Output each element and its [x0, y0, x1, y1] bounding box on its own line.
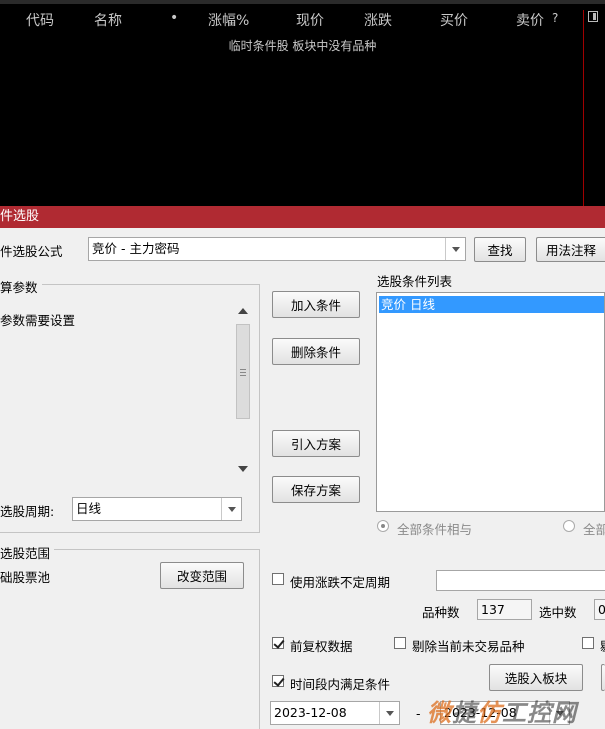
range-group-title: 选股范围 [0, 543, 55, 562]
to-block-button[interactable]: 选股入板块 [489, 664, 583, 691]
stock-pool-label: 础股票池 [0, 570, 51, 585]
column-header-name[interactable]: 名称 [94, 10, 122, 30]
delete-condition-button[interactable]: 删除条件 [272, 338, 360, 365]
formula-value: 竞价 - 主力密码 [92, 241, 180, 256]
scroll-up-icon[interactable] [238, 308, 248, 314]
empty-block-message: 临时条件股 板块中没有品种 [228, 39, 377, 53]
column-header-dot[interactable]: • [170, 10, 178, 26]
selected-value: 0 [598, 602, 605, 617]
use-period-label: 使用涨跌不定周期 [290, 575, 391, 590]
list-item[interactable]: 竞价 日线 [379, 296, 604, 313]
start-date-picker[interactable]: 2023-12-08 [270, 701, 400, 725]
formula-label: 件选股公式 [0, 244, 63, 259]
radio-or[interactable] [563, 520, 575, 532]
find-button[interactable]: 查找 [474, 237, 526, 262]
column-header-price[interactable]: 现价 [296, 10, 324, 30]
column-header-change-pct[interactable]: 涨幅% [208, 10, 249, 30]
radio-and[interactable] [377, 520, 389, 532]
scroll-down-icon[interactable] [238, 466, 248, 472]
radio-or-label: 全部 [583, 522, 605, 537]
period-label: 选股周期: [0, 504, 55, 519]
import-plan-button[interactable]: 引入方案 [272, 430, 360, 457]
fq-checkbox[interactable] [272, 637, 284, 649]
column-header-change[interactable]: 涨跌 [364, 10, 392, 30]
period-condition-checkbox[interactable] [272, 675, 284, 687]
scroll-thumb[interactable] [236, 324, 250, 419]
date-range-separator: - [416, 706, 421, 721]
extra-checkbox[interactable] [582, 637, 594, 649]
fq-label: 前复权数据 [290, 639, 353, 654]
column-header-bid[interactable]: 买价 [440, 10, 468, 30]
period-select[interactable]: 日线 [72, 497, 242, 521]
condition-list-title: 选股条件列表 [377, 274, 453, 289]
dialog-title-bar: 件选股 [0, 206, 605, 228]
remove-untraded-checkbox[interactable] [394, 637, 406, 649]
next-button-edge[interactable] [601, 664, 605, 691]
usage-notes-button[interactable]: 用法注释 [536, 237, 605, 262]
add-condition-button[interactable]: 加入条件 [272, 291, 360, 318]
grip-icon [240, 369, 246, 370]
params-note: 参数需要设置 [0, 313, 76, 328]
watermark-logo: 微捷仿工控网 [427, 699, 577, 727]
remove-untraded-label: 剔除当前未交易品种 [412, 639, 525, 654]
period-condition-label: 时间段内满足条件 [290, 677, 391, 692]
panel-toggle-icon[interactable] [588, 11, 598, 22]
column-header-ask[interactable]: 卖价 [516, 10, 544, 30]
stock-list-panel: 代码 名称 • 涨幅% 现价 涨跌 买价 卖价 ? 临时条件股 板块中没有品种 [0, 0, 605, 206]
selected-field: 0 [594, 599, 605, 620]
count-label: 品种数 [422, 605, 460, 620]
help-icon[interactable]: ? [552, 11, 558, 25]
params-group-title: 算参数 [0, 277, 42, 296]
count-value: 137 [481, 602, 505, 617]
save-plan-button[interactable]: 保存方案 [272, 476, 360, 503]
count-field: 137 [477, 599, 532, 620]
chevron-down-icon[interactable] [379, 702, 399, 724]
condition-list[interactable]: 竞价 日线 [376, 292, 605, 512]
change-range-button[interactable]: 改变范围 [160, 562, 244, 589]
period-value: 日线 [76, 501, 102, 516]
period-input[interactable] [436, 570, 605, 591]
formula-select[interactable]: 竞价 - 主力密码 [88, 237, 466, 261]
params-scrollbar[interactable] [234, 300, 252, 478]
use-period-checkbox[interactable] [272, 573, 284, 585]
top-menu-strip [0, 0, 605, 4]
extra-label: 剔 [600, 636, 605, 655]
chevron-down-icon[interactable] [221, 498, 241, 520]
column-header-code[interactable]: 代码 [26, 10, 54, 30]
selected-label: 选中数 [539, 605, 577, 620]
chevron-down-icon[interactable] [445, 238, 465, 260]
dialog-title: 件选股 [0, 209, 40, 224]
radio-and-label: 全部条件相与 [397, 522, 473, 537]
start-date-value: 2023-12-08 [274, 705, 347, 720]
